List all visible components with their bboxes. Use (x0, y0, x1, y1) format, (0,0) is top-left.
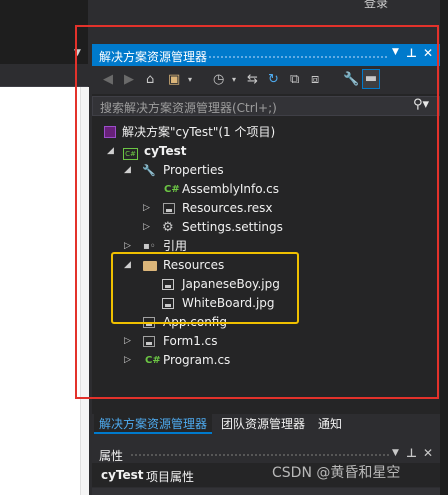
properties-object-type: 项目属性 (146, 470, 195, 484)
properties-toolbar (92, 488, 440, 495)
close-icon[interactable]: ✕ (423, 446, 433, 460)
code-editor[interactable] (0, 87, 80, 495)
right-edge (440, 0, 448, 495)
properties-title: 属性 (99, 449, 124, 463)
pin-icon[interactable]: ⊥ (406, 446, 417, 460)
window-position-dropdown-icon[interactable]: ▼ (392, 448, 399, 458)
tab-team-explorer[interactable]: 团队资源管理器 (216, 414, 310, 434)
outline-box (75, 25, 439, 399)
tab-solution-explorer[interactable]: 解决方案资源管理器 (94, 414, 212, 434)
watermark: CSDN @黄昏和星空 (272, 465, 401, 481)
properties-object-name: cyTest (101, 468, 144, 482)
tab-notifications[interactable]: 通知 (313, 414, 347, 434)
login-link[interactable]: 登录 (364, 0, 388, 11)
drag-grip[interactable] (130, 453, 390, 457)
